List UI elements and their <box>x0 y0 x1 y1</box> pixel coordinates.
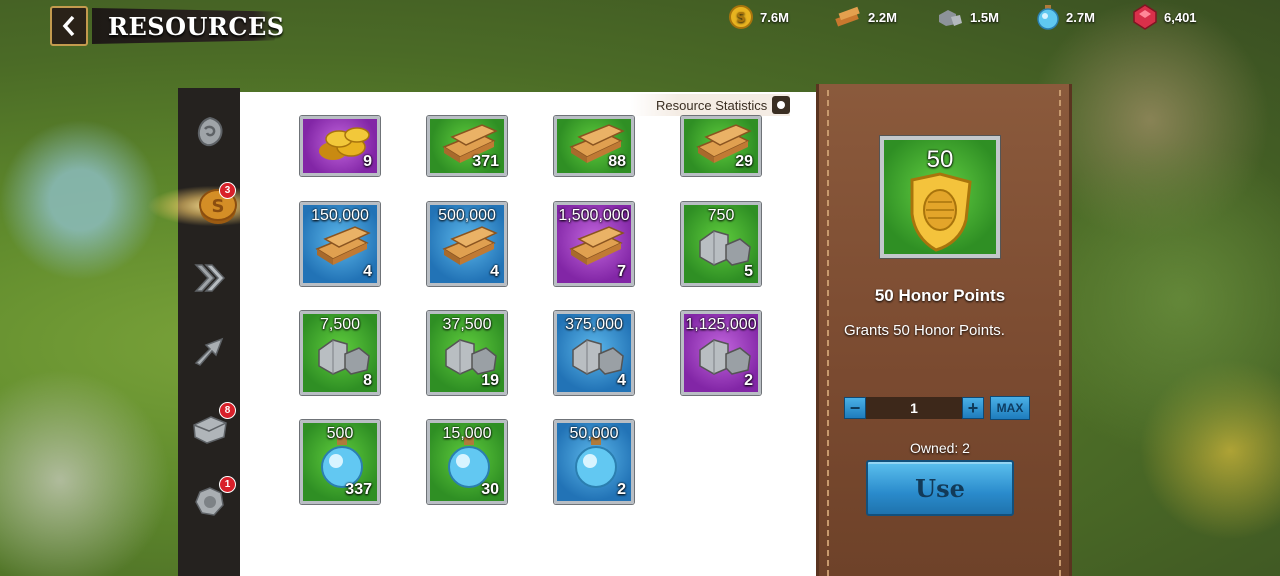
resource-gold: S 7.6M <box>728 4 789 30</box>
item-slot[interactable]: 371 <box>427 116 507 176</box>
item-amount: 37,500 <box>442 316 492 333</box>
item-slot[interactable]: 7,500 8 <box>300 311 380 395</box>
mana-potion-icon <box>1037 5 1059 30</box>
resource-gems: 6,401 <box>1132 4 1197 30</box>
item-slot[interactable]: 88 <box>554 116 634 176</box>
item-slot[interactable]: 750 5 <box>681 202 761 286</box>
resource-mana-value: 2.7M <box>1066 9 1095 25</box>
item-slot[interactable]: 1,500,000 7 <box>554 202 634 286</box>
tab-resources-badge: 3 <box>219 182 236 199</box>
item-count: 8 <box>363 372 372 389</box>
resource-wood-value: 2.2M <box>868 9 897 25</box>
item-slot[interactable]: 15,000 30 <box>427 420 507 504</box>
quantity-input[interactable]: 1 <box>866 397 962 419</box>
item-amount: 375,000 <box>565 316 623 333</box>
item-count: 19 <box>481 372 499 389</box>
gem-icon <box>1133 4 1157 30</box>
item-count: 5 <box>744 263 753 280</box>
resource-mana: 2.7M <box>1036 4 1095 30</box>
item-count: 4 <box>617 372 626 389</box>
item-amount: 15,000 <box>442 425 492 442</box>
increment-button[interactable]: + <box>962 397 984 419</box>
svg-text:S: S <box>736 11 745 26</box>
item-slot[interactable]: 9 <box>300 116 380 176</box>
stone-icon <box>939 10 962 26</box>
item-amount: 500 <box>326 425 354 442</box>
item-amount: 1,125,000 <box>685 316 757 333</box>
tab-chests-badge: 8 <box>219 402 236 419</box>
boot-arrow-icon <box>194 337 224 366</box>
tab-other[interactable]: 1 <box>188 476 236 524</box>
resource-gold-value: 7.6M <box>760 9 789 25</box>
resource-gems-value: 6,401 <box>1164 9 1197 25</box>
tab-chests[interactable]: 8 <box>188 402 236 450</box>
item-amount: 150,000 <box>311 207 369 224</box>
double-arrow-icon <box>194 264 226 292</box>
tab-other-badge: 1 <box>219 476 236 493</box>
item-amount: 7,500 <box>319 316 361 333</box>
item-slot[interactable]: 375,000 4 <box>554 311 634 395</box>
tab-march[interactable] <box>188 330 232 374</box>
item-amount: 1,500,000 <box>558 207 630 224</box>
gold-coin-icon: S <box>729 5 753 29</box>
item-slot[interactable]: 500 337 <box>300 420 380 504</box>
resource-stone: 1.5M <box>936 4 999 30</box>
item-amount: 750 <box>707 207 735 224</box>
quantity-stepper: − 1 + MAX <box>844 396 1030 420</box>
item-count: 30 <box>481 481 499 498</box>
stitch-left <box>827 90 829 576</box>
item-amount: 50,000 <box>569 425 619 442</box>
item-count: 9 <box>363 153 372 170</box>
item-count: 2 <box>617 481 626 498</box>
item-slot[interactable]: 150,000 4 <box>300 202 380 286</box>
item-count: 4 <box>363 263 372 280</box>
tab-resources[interactable]: S 3 <box>142 182 242 228</box>
honor-shield-icon <box>910 172 972 252</box>
resource-statistics-link[interactable]: Resource Statistics <box>630 94 791 116</box>
chevron-left-icon <box>62 15 75 37</box>
item-count: 88 <box>608 153 626 170</box>
item-slot[interactable]: 29 <box>681 116 761 176</box>
item-slot[interactable]: 50,000 2 <box>554 420 634 504</box>
item-count: 371 <box>472 153 499 170</box>
selected-item: 50 <box>880 136 1000 258</box>
wood-icon <box>835 6 860 27</box>
item-amount: 500,000 <box>438 207 496 224</box>
item-count: 7 <box>617 263 626 280</box>
item-slot[interactable]: 500,000 4 <box>427 202 507 286</box>
back-button[interactable] <box>50 6 88 46</box>
resource-wood: 2.2M <box>834 4 897 30</box>
use-button[interactable]: Use <box>866 460 1014 516</box>
item-count: 2 <box>744 372 753 389</box>
item-slot[interactable]: 1,125,000 2 <box>681 311 761 395</box>
magnifier-icon <box>772 96 791 114</box>
page-title: RESOURCES <box>108 12 285 41</box>
resource-stone-value: 1.5M <box>970 9 999 25</box>
decrement-button[interactable]: − <box>844 397 866 419</box>
tab-boosts[interactable] <box>188 256 232 300</box>
shield-swirl-icon <box>197 116 223 147</box>
tab-speedups[interactable] <box>188 110 232 154</box>
svg-text:S: S <box>212 196 225 217</box>
item-slot[interactable]: 37,500 19 <box>427 311 507 395</box>
max-button[interactable]: MAX <box>990 396 1030 420</box>
selected-item-description: Grants 50 Honor Points. <box>844 322 1005 339</box>
item-count: 337 <box>345 481 372 498</box>
resource-statistics-label: Resource Statistics <box>656 97 768 113</box>
owned-count: Owned: 2 <box>910 440 970 456</box>
stitch-right <box>1059 90 1061 576</box>
item-count: 4 <box>490 263 499 280</box>
category-tabs: S 3 8 1 <box>142 88 242 576</box>
selected-item-name: 50 Honor Points <box>874 286 1006 305</box>
item-count: 29 <box>735 153 753 170</box>
